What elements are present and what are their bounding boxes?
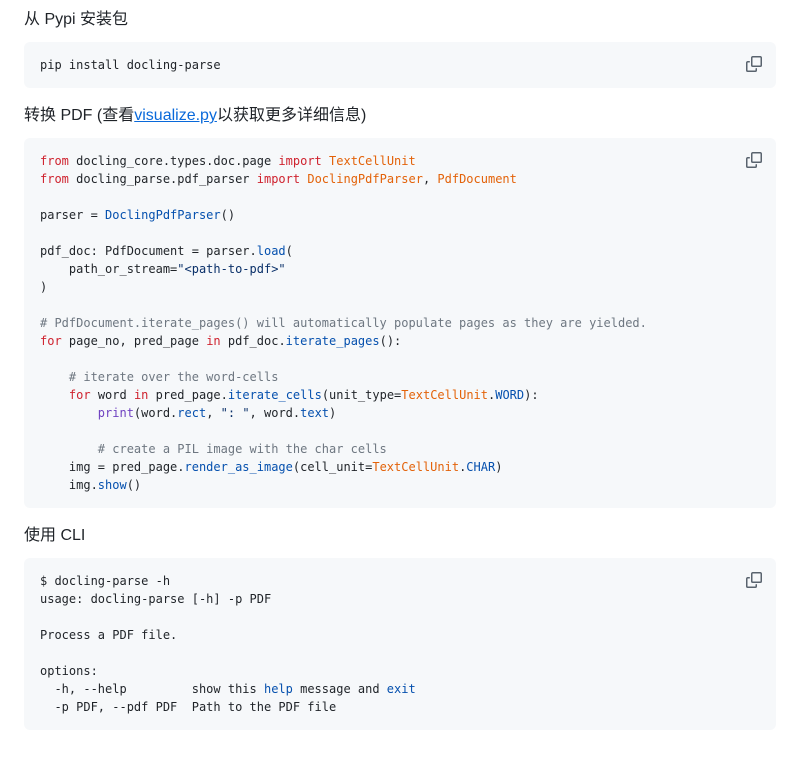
pip-code-block: pip install docling-parse [24, 42, 776, 88]
install-heading: 从 Pypi 安装包 [24, 8, 776, 32]
copy-icon [746, 56, 762, 72]
copy-icon [746, 572, 762, 588]
cli-code: $ docling-parse -h usage: docling-parse … [24, 558, 776, 730]
convert-heading: 转换 PDF (查看visualize.py以获取更多详细信息) [24, 104, 776, 128]
visualize-py-link[interactable]: visualize.py [134, 107, 217, 124]
python-code: from docling_core.types.doc.page import … [24, 138, 776, 508]
convert-heading-text-before: 转换 PDF (查看 [24, 107, 134, 124]
convert-heading-text-after: 以获取更多详细信息) [217, 107, 366, 124]
python-code-block: from docling_core.types.doc.page import … [24, 138, 776, 508]
cli-heading: 使用 CLI [24, 524, 776, 548]
pip-code: pip install docling-parse [24, 42, 776, 88]
copy-icon [746, 152, 762, 168]
copy-button[interactable] [739, 49, 769, 79]
copy-button[interactable] [739, 565, 769, 595]
copy-button[interactable] [739, 145, 769, 175]
cli-code-block: $ docling-parse -h usage: docling-parse … [24, 558, 776, 730]
